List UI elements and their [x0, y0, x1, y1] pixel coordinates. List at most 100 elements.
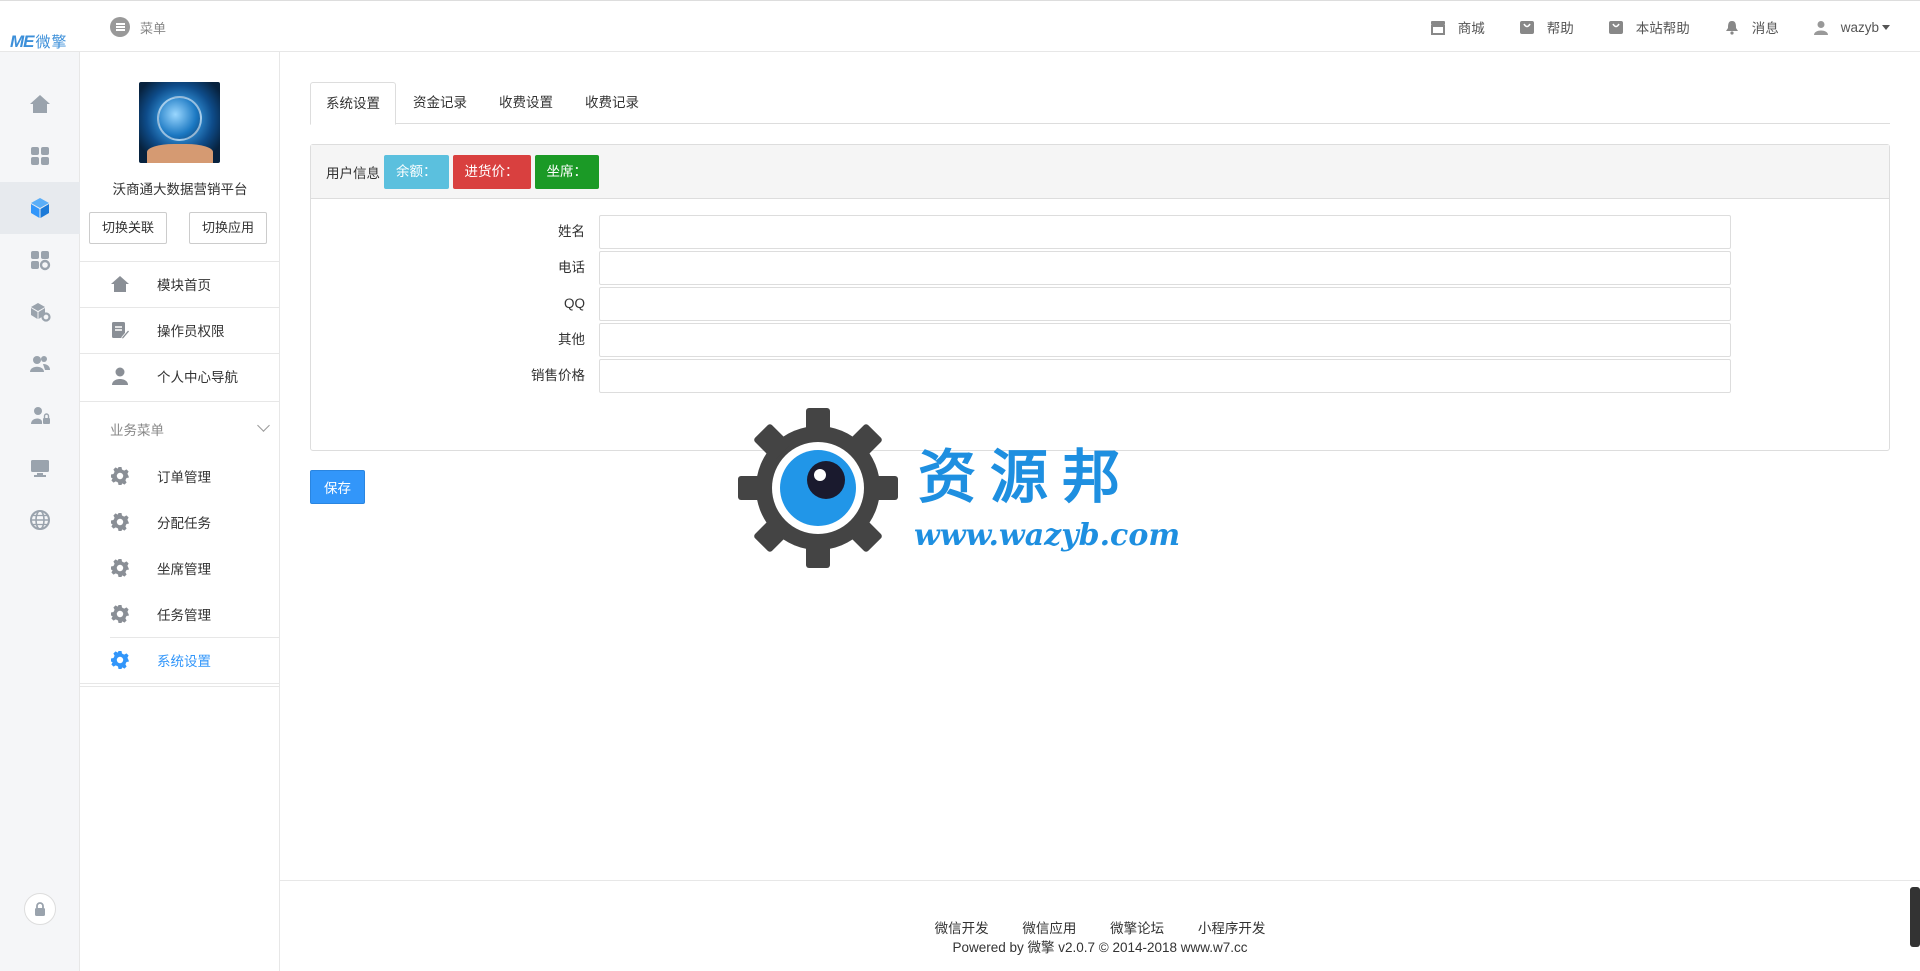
form-row-phone: 电话 — [311, 251, 1891, 285]
balance-badge: 余额： — [384, 154, 449, 189]
menu-toggle-button[interactable]: 菜单 — [110, 17, 166, 37]
switch-link-button[interactable]: 切换关联 — [89, 212, 168, 244]
home-icon — [30, 95, 50, 113]
other-input[interactable] — [599, 323, 1731, 357]
top-header: ME 微擎 菜单 商城 帮助 本站帮助 消息 wazyb — [0, 0, 1920, 52]
user-menu[interactable]: wazyb — [1813, 20, 1890, 35]
menu-label: 菜单 — [140, 20, 167, 36]
store-icon — [1430, 20, 1445, 35]
sidebar-item-label: 任务管理 — [157, 608, 211, 623]
footer-link[interactable]: 小程序开发 — [1198, 921, 1266, 936]
logo-text: ME — [10, 32, 34, 51]
sidebar-item-user-center-nav[interactable]: 个人中心导航 — [80, 354, 279, 398]
rail-globe[interactable] — [0, 494, 80, 546]
rail-modules[interactable] — [0, 182, 80, 234]
footer-link[interactable]: 微信开发 — [935, 921, 989, 936]
scroll-handle[interactable] — [1910, 887, 1920, 947]
sidebar-item-module-home[interactable]: 模块首页 — [80, 262, 279, 306]
divider — [80, 401, 279, 402]
sidebar-item-task-management[interactable]: 任务管理 — [80, 592, 279, 636]
bag-icon — [1519, 20, 1534, 34]
footer-link[interactable]: 微信应用 — [1022, 921, 1076, 936]
sidebar-item-label: 个人中心导航 — [157, 370, 238, 385]
nav-help[interactable]: 帮助 — [1519, 17, 1574, 37]
apps-settings-icon — [31, 251, 51, 271]
nav-label: 消息 — [1751, 21, 1779, 36]
phone-input[interactable] — [599, 251, 1731, 285]
save-button[interactable]: 保存 — [310, 470, 365, 504]
form-row-qq: QQ — [311, 287, 1891, 321]
chevron-down-icon — [257, 419, 270, 432]
sale-price-label: 销售价格 — [531, 368, 585, 383]
switch-app-button[interactable]: 切换应用 — [189, 212, 268, 244]
sale-price-input[interactable] — [599, 359, 1731, 393]
form-row-name: 姓名 — [311, 215, 1891, 249]
sidebar-item-label: 系统设置 — [157, 654, 211, 669]
panel-heading: 用户信息 余额： 进货价： 坐席： — [311, 145, 1889, 199]
platform-avatar — [139, 82, 220, 163]
sidebar-item-operator-permissions[interactable]: 操作员权限 — [80, 308, 279, 352]
nav-messages[interactable]: 消息 — [1724, 17, 1779, 37]
name-input[interactable] — [599, 215, 1731, 249]
sidebar-item-label: 订单管理 — [157, 470, 211, 485]
seats-badge: 坐席： — [534, 154, 599, 189]
brand-logo[interactable]: ME 微擎 — [10, 31, 68, 52]
top-nav: 商城 帮助 本站帮助 消息 wazyb — [1396, 17, 1890, 37]
user-icon — [112, 367, 128, 385]
qq-label: QQ — [563, 296, 585, 311]
section-title: 业务菜单 — [110, 423, 164, 438]
sidebar-item-seat-management[interactable]: 坐席管理 — [80, 546, 279, 590]
qq-input[interactable] — [599, 287, 1731, 321]
rail-user-lock[interactable] — [0, 390, 80, 442]
tab-fee-settings[interactable]: 收费设置 — [484, 82, 568, 124]
gear-icon — [111, 513, 129, 531]
sidebar-item-assign-tasks[interactable]: 分配任务 — [80, 500, 279, 544]
user-info-panel: 用户信息 余额： 进货价： 坐席： 姓名 电话 QQ 其他 销售价格 — [310, 144, 1890, 451]
gear-icon — [111, 605, 129, 623]
rail-home[interactable] — [0, 78, 80, 130]
tab-fund-records[interactable]: 资金记录 — [398, 82, 482, 124]
lock-button[interactable] — [24, 893, 56, 925]
footer-links: 微信开发 微信应用 微擎论坛 小程序开发 — [280, 917, 1920, 937]
home-icon — [111, 276, 129, 292]
name-label: 姓名 — [558, 224, 585, 239]
sidebar-item-label: 坐席管理 — [157, 562, 211, 577]
rail-box-settings[interactable] — [0, 286, 80, 338]
footer: 微信开发 微信应用 微擎论坛 小程序开发 Powered by 微擎 v2.0.… — [280, 880, 1920, 971]
bag-icon — [1608, 20, 1623, 34]
grid-icon — [31, 147, 49, 165]
footer-copyright: Powered by 微擎 v2.0.7 © 2014-2018 www.w7.… — [952, 940, 1248, 955]
divider — [80, 686, 279, 687]
tab-fee-records[interactable]: 收费记录 — [570, 82, 654, 124]
edit-doc-icon — [112, 322, 130, 340]
sidebar-item-label: 分配任务 — [157, 516, 211, 531]
nav-site-help[interactable]: 本站帮助 — [1608, 17, 1690, 37]
rail-monitor[interactable] — [0, 442, 80, 494]
tab-system-settings[interactable]: 系统设置 — [310, 82, 396, 125]
rail-users[interactable] — [0, 338, 80, 390]
nav-store[interactable]: 商城 — [1430, 17, 1485, 37]
nav-label: 商城 — [1457, 21, 1485, 36]
other-label: 其他 — [558, 332, 585, 347]
rail-grid[interactable] — [0, 130, 80, 182]
sidebar-item-system-settings[interactable]: 系统设置 — [80, 638, 279, 682]
gear-icon — [111, 467, 129, 485]
icon-rail — [0, 52, 80, 971]
user-lock-icon — [31, 407, 50, 424]
section-business-menu[interactable]: 业务菜单 — [110, 419, 270, 439]
footer-link[interactable]: 微擎论坛 — [1110, 921, 1164, 936]
sidebar-item-order-management[interactable]: 订单管理 — [80, 454, 279, 498]
sidebar-item-label: 操作员权限 — [157, 324, 225, 339]
cube-icon — [31, 198, 49, 218]
lock-icon — [35, 902, 45, 916]
globe-icon — [30, 510, 50, 530]
phone-label: 电话 — [558, 260, 585, 275]
purchase-price-badge: 进货价： — [452, 154, 531, 189]
divider — [80, 683, 279, 684]
caret-down-icon — [1882, 24, 1890, 30]
nav-label: 本站帮助 — [1635, 21, 1690, 36]
rail-apps[interactable] — [0, 234, 80, 286]
nav-label: 帮助 — [1546, 21, 1574, 36]
sidebar-item-label: 模块首页 — [157, 278, 211, 293]
box-settings-icon — [31, 303, 51, 322]
